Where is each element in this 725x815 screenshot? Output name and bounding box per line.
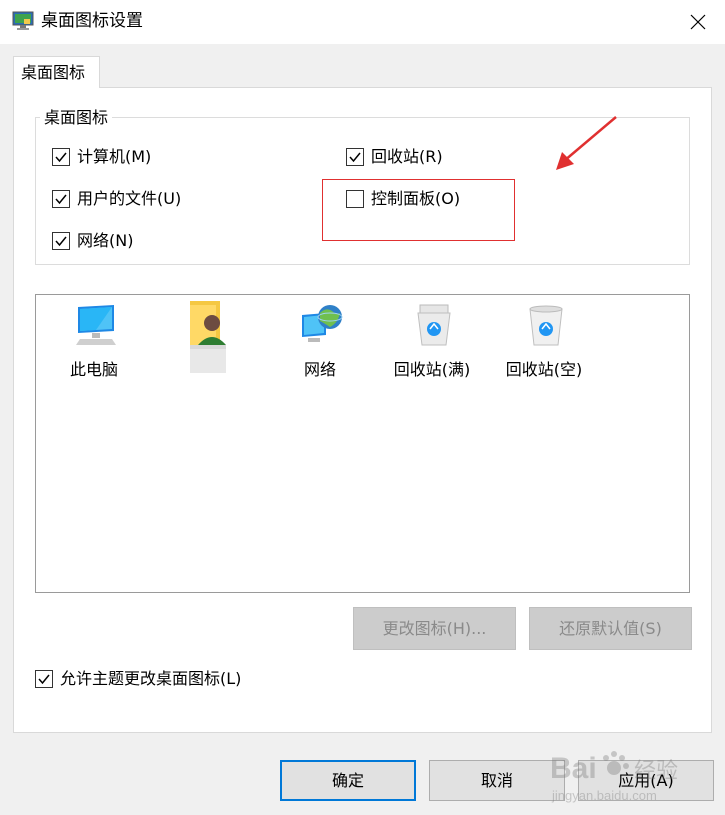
user-files-checkbox[interactable] [52, 190, 70, 208]
baidu-watermark: Bai 经验 jingyan.baidu.com [548, 738, 698, 812]
computer-checkbox-label[interactable]: 计算机(M) [77, 146, 151, 168]
computer-checkbox[interactable] [52, 148, 70, 166]
user-folder-icon [190, 301, 230, 373]
checkmark-icon [55, 152, 67, 163]
watermark-url: jingyan.baidu.com [551, 788, 657, 803]
allow-themes-checkbox[interactable] [35, 670, 53, 688]
close-button[interactable] [676, 4, 720, 40]
watermark-sub: 经验 [634, 759, 678, 784]
change-icon-button[interactable]: 更改图标(H)... [353, 607, 516, 650]
list-item-user-files[interactable] [160, 301, 260, 381]
tab-desktop-icons[interactable]: 桌面图标 [13, 56, 100, 88]
recycle-bin-full-icon [412, 303, 456, 347]
checkmark-icon [55, 194, 67, 205]
icon-label: 回收站(满) [393, 360, 471, 379]
computer-icon [74, 303, 118, 347]
desktop-icon-settings-icon [12, 10, 34, 32]
cancel-button[interactable]: 取消 [429, 760, 565, 801]
checkmark-icon [349, 152, 361, 163]
desktop-icon-list[interactable]: 此电脑 网络 回收站(满) 回收站(空) [35, 294, 690, 593]
tab-label: 桌面图标 [21, 63, 86, 82]
icon-label: 网络 [303, 360, 336, 379]
list-item-recycle-bin-empty[interactable]: 回收站(空) [494, 303, 594, 383]
paw-icon [603, 751, 629, 775]
network-icon [300, 303, 344, 347]
network-checkbox-label[interactable]: 网络(N) [77, 230, 133, 252]
title-bar: 桌面图标设置 [0, 0, 725, 44]
network-checkbox[interactable] [52, 232, 70, 250]
close-icon [690, 14, 706, 30]
window-title: 桌面图标设置 [41, 11, 143, 31]
restore-default-button[interactable]: 还原默认值(S) [529, 607, 692, 650]
groupbox-legend: 桌面图标 [40, 107, 113, 129]
checkmark-icon [38, 674, 50, 685]
allow-themes-checkbox-label[interactable]: 允许主题更改桌面图标(L) [60, 668, 241, 690]
watermark-brand: Bai [550, 752, 597, 785]
recycle-bin-empty-icon [524, 303, 568, 347]
list-item-recycle-bin-full[interactable]: 回收站(满) [382, 303, 482, 383]
recycle-bin-checkbox[interactable] [346, 148, 364, 166]
icon-label: 回收站(空) [505, 360, 583, 379]
list-item-network[interactable]: 网络 [270, 303, 370, 383]
list-item-this-pc[interactable]: 此电脑 [44, 303, 144, 383]
icon-label: 此电脑 [69, 360, 118, 379]
checkmark-icon [55, 236, 67, 247]
user-files-checkbox-label[interactable]: 用户的文件(U) [77, 188, 181, 210]
red-arrow-annotation [556, 116, 617, 170]
ok-button[interactable]: 确定 [280, 760, 416, 801]
highlight-annotation-box [322, 179, 515, 241]
recycle-bin-checkbox-label[interactable]: 回收站(R) [371, 146, 443, 168]
